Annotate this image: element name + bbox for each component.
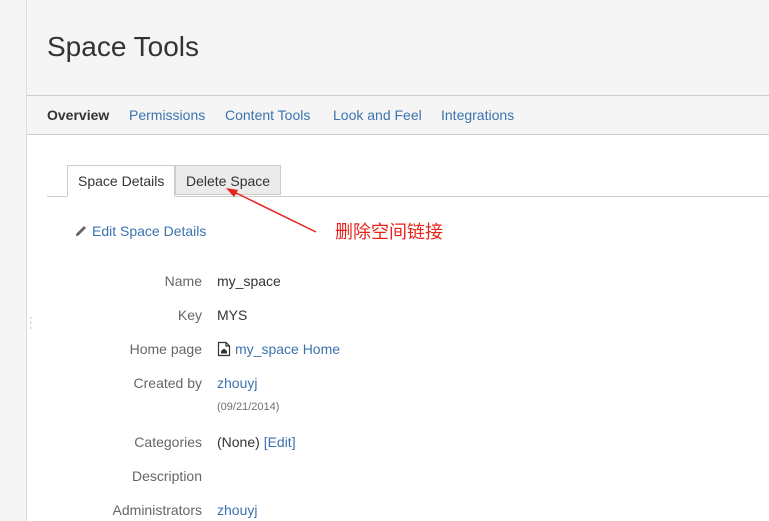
categories-label: Categories [134, 434, 202, 450]
nav-tab-look-and-feel[interactable]: Look and Feel [333, 107, 422, 123]
created-by-user-link[interactable]: zhouyj [217, 375, 257, 391]
administrators-label: Administrators [112, 502, 202, 518]
tab-delete-space[interactable]: Delete Space [175, 165, 282, 195]
left-sidebar-rail [0, 0, 27, 521]
categories-edit-link[interactable]: [Edit] [264, 434, 296, 450]
nav-tab-integrations[interactable]: Integrations [441, 107, 514, 123]
edit-space-details-label: Edit Space Details [92, 223, 207, 239]
pencil-icon [76, 226, 86, 236]
name-label: Name [164, 273, 202, 289]
space-tools-page: · · · Space Tools Overview Permissions Con… [0, 0, 769, 521]
detail-tabs: Space Details Delete Space [47, 165, 769, 197]
page-title: Space Tools [47, 31, 200, 62]
space-tools-nav: Overview Permissions Content Tools Look … [27, 96, 769, 135]
nav-tab-permissions[interactable]: Permissions [129, 107, 205, 123]
home-page-label: Home page [129, 341, 202, 357]
page-header: Space Tools [27, 0, 769, 96]
nav-tab-content-tools[interactable]: Content Tools [225, 107, 310, 123]
created-date: (09/21/2014) [217, 401, 280, 413]
key-label: Key [177, 307, 202, 323]
home-page-icon [217, 341, 231, 357]
home-page-link[interactable]: my_space Home [235, 341, 340, 357]
name-value: my_space [217, 273, 281, 289]
administrators-user-link[interactable]: zhouyj [217, 502, 257, 518]
tab-space-details[interactable]: Space Details [67, 165, 176, 197]
sidebar-resize-handle[interactable]: · · · [29, 313, 33, 334]
home-page-value: my_space Home [217, 341, 340, 357]
nav-tab-overview[interactable]: Overview [47, 107, 109, 123]
edit-space-details-link[interactable]: Edit Space Details [74, 223, 206, 239]
delete-space-annotation: 删除空间链接 [335, 222, 443, 243]
categories-value: (None) [Edit] [217, 434, 296, 450]
created-by-label: Created by [133, 375, 202, 391]
key-value: MYS [217, 307, 248, 323]
description-label: Description [131, 468, 202, 484]
categories-none: (None) [217, 434, 260, 450]
